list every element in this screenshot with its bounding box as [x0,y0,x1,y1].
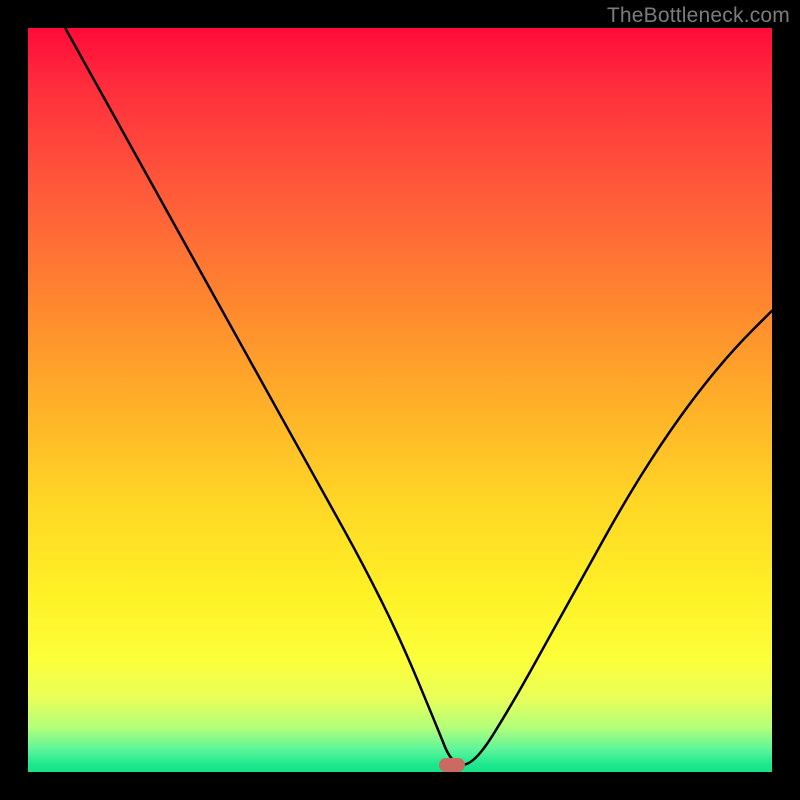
optimal-point-marker [439,758,465,772]
curve-path [65,28,772,765]
watermark-text: TheBottleneck.com [607,4,790,28]
plot-area [28,28,772,772]
bottleneck-curve [28,28,772,772]
chart-frame: TheBottleneck.com [0,0,800,800]
